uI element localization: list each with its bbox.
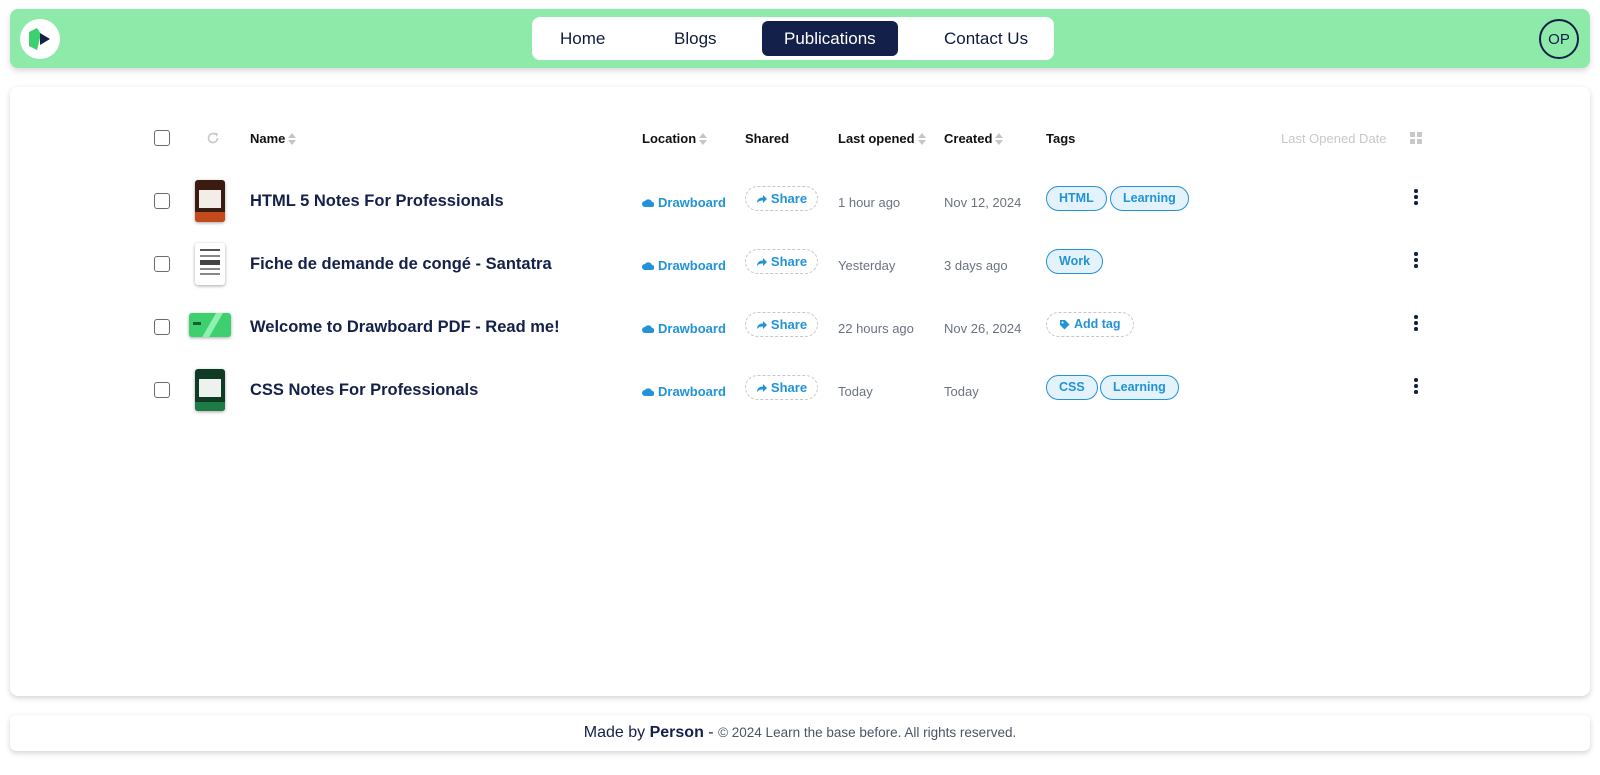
created-value: Nov 12, 2024 <box>944 195 1022 210</box>
grid-view-icon[interactable] <box>1410 132 1422 144</box>
last-opened-value: Yesterday <box>838 258 896 273</box>
user-avatar[interactable]: OP <box>1539 19 1579 59</box>
more-options-icon[interactable] <box>1408 186 1424 208</box>
table-row[interactable]: Welcome to Drawboard PDF - Read me! Draw… <box>10 304 1590 354</box>
share-icon <box>756 383 767 392</box>
tag-chip[interactable]: Work <box>1046 249 1104 274</box>
share-label: Share <box>770 254 808 269</box>
page-footer: Made by Person - © 2024 Learn the base b… <box>10 715 1590 751</box>
location-link[interactable]: Drawboard <box>642 258 726 273</box>
created-value: Nov 26, 2024 <box>944 321 1022 336</box>
share-icon <box>756 320 767 329</box>
tag-icon <box>1060 320 1070 330</box>
table-row[interactable]: CSS Notes For Professionals Drawboard Sh… <box>10 367 1590 417</box>
footer-author: Person <box>649 724 704 741</box>
share-button[interactable]: Share <box>745 186 818 211</box>
header-name-label: Name <box>250 131 286 146</box>
tag-chip[interactable]: HTML <box>1046 186 1107 211</box>
app-logo[interactable] <box>20 19 60 59</box>
document-thumbnail <box>189 313 231 337</box>
document-name[interactable]: CSS Notes For Professionals <box>250 381 478 400</box>
location-link[interactable]: Drawboard <box>642 384 726 399</box>
document-thumbnail <box>195 369 225 411</box>
row-checkbox[interactable] <box>154 256 170 272</box>
refresh-icon[interactable] <box>206 131 220 145</box>
header-location-label: Location <box>642 131 697 146</box>
share-label: Share <box>770 191 808 206</box>
share-label: Share <box>770 317 808 332</box>
footer-copyright: © 2024 Learn the base before. All rights… <box>718 725 1017 740</box>
location-label: Drawboard <box>658 384 726 399</box>
header-last-opened-label: Last opened <box>838 131 915 146</box>
add-tag-label: Add tag <box>1074 317 1121 331</box>
select-all-checkbox[interactable] <box>154 130 170 146</box>
sort-icon <box>917 133 926 145</box>
sort-icon <box>699 133 708 145</box>
table-row[interactable]: Fiche de demande de congé - Santatra Dra… <box>10 241 1590 291</box>
row-checkbox[interactable] <box>154 382 170 398</box>
header-created[interactable]: Created <box>944 131 1004 147</box>
location-label: Drawboard <box>658 195 726 210</box>
location-link[interactable]: Drawboard <box>642 195 726 210</box>
header-name[interactable]: Name <box>250 131 297 147</box>
publications-table: Name Location Shared Last opened Created… <box>10 87 1590 696</box>
nav-publications[interactable]: Publications <box>762 21 898 56</box>
nav-home[interactable]: Home <box>538 21 627 56</box>
logo-icon <box>29 28 50 50</box>
cloud-icon <box>642 388 654 396</box>
document-name[interactable]: Fiche de demande de congé - Santatra <box>250 255 552 274</box>
more-options-icon[interactable] <box>1408 312 1424 334</box>
more-options-icon[interactable] <box>1408 375 1424 397</box>
add-tag-button[interactable]: Add tag <box>1046 312 1134 337</box>
share-label: Share <box>770 380 808 395</box>
tag-chip[interactable]: Learning <box>1110 186 1189 211</box>
share-button[interactable]: Share <box>745 375 818 400</box>
share-button[interactable]: Share <box>745 249 818 274</box>
nav-contact-us[interactable]: Contact Us <box>922 21 1050 56</box>
header-shared-label: Shared <box>745 131 790 146</box>
header-last-opened[interactable]: Last opened <box>838 131 926 147</box>
header-location[interactable]: Location <box>642 131 708 147</box>
table-row[interactable]: HTML 5 Notes For Professionals Drawboard… <box>10 178 1590 228</box>
row-checkbox[interactable] <box>154 193 170 209</box>
tag-chip[interactable]: Learning <box>1100 375 1179 400</box>
cloud-icon <box>642 325 654 333</box>
location-label: Drawboard <box>658 258 726 273</box>
last-opened-value: Today <box>838 384 873 399</box>
document-name[interactable]: Welcome to Drawboard PDF - Read me! <box>250 318 560 337</box>
main-nav: Home Blogs Publications Contact Us <box>532 17 1054 60</box>
document-thumbnail <box>195 180 225 222</box>
last-opened-value: 1 hour ago <box>838 195 901 210</box>
created-value: 3 days ago <box>944 258 1008 273</box>
more-options-icon[interactable] <box>1408 249 1424 271</box>
share-icon <box>756 257 767 266</box>
footer-dash: - <box>708 724 714 741</box>
row-checkbox[interactable] <box>154 319 170 335</box>
header-created-label: Created <box>944 131 993 146</box>
cloud-icon <box>642 262 654 270</box>
cloud-icon <box>642 199 654 207</box>
sort-by-label[interactable]: Last Opened Date <box>1281 131 1387 146</box>
created-value: Today <box>944 384 979 399</box>
footer-made-by: Made by <box>583 724 646 741</box>
share-icon <box>756 194 767 203</box>
header-tags: Tags <box>1046 131 1075 147</box>
top-navbar: Home Blogs Publications Contact Us OP <box>10 9 1590 68</box>
share-button[interactable]: Share <box>745 312 818 337</box>
header-tags-label: Tags <box>1046 131 1076 146</box>
document-name[interactable]: HTML 5 Notes For Professionals <box>250 192 504 211</box>
location-label: Drawboard <box>658 321 726 336</box>
location-link[interactable]: Drawboard <box>642 321 726 336</box>
nav-blogs[interactable]: Blogs <box>652 21 739 56</box>
header-shared: Shared <box>745 131 789 147</box>
sort-icon <box>288 133 297 145</box>
sort-icon <box>995 133 1004 145</box>
tag-chip[interactable]: CSS <box>1046 375 1098 400</box>
document-thumbnail <box>195 243 225 285</box>
last-opened-value: 22 hours ago <box>838 321 914 336</box>
